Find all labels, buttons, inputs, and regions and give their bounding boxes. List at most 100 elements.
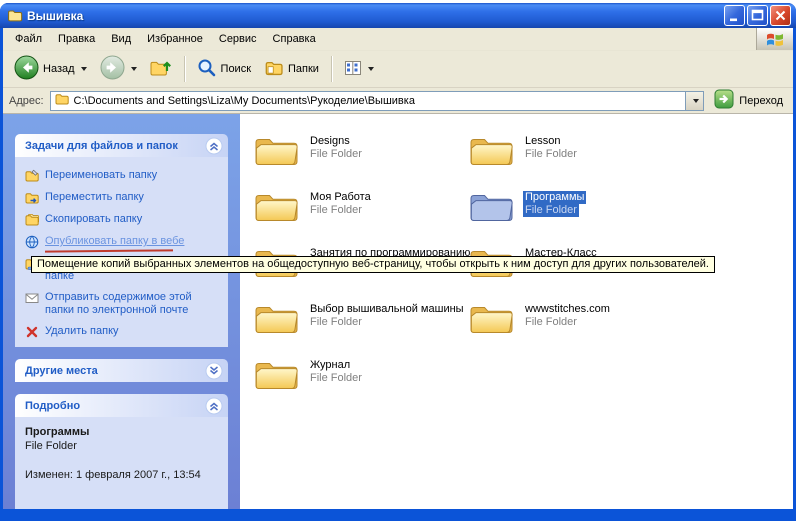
close-button[interactable] <box>770 5 791 26</box>
file-type: File Folder <box>308 372 364 385</box>
file-labels: Моя РаботаFile Folder <box>308 190 373 217</box>
file-labels: Выбор вышивальной машиныFile Folder <box>308 302 466 329</box>
menu-view[interactable]: Вид <box>103 30 139 48</box>
file-tile[interactable]: ПрограммыFile Folder <box>469 190 677 246</box>
address-label: Адрес: <box>9 95 44 107</box>
minimize-button[interactable] <box>724 5 745 26</box>
file-tile[interactable]: ЖурналFile Folder <box>254 358 462 414</box>
file-tile[interactable]: DesignsFile Folder <box>254 134 462 190</box>
folders-icon <box>264 59 284 80</box>
folder-icon <box>254 358 299 393</box>
file-labels: ПрограммыFile Folder <box>523 190 586 217</box>
details-name: Программы <box>25 425 218 439</box>
forward-dropdown-caret[interactable] <box>131 67 137 71</box>
file-tile[interactable]: Выбор вышивальной машиныFile Folder <box>254 302 462 358</box>
window-folder-icon <box>7 8 23 23</box>
task-email-folder-label[interactable]: Отправить содержимое этой папки по элект… <box>45 291 218 317</box>
menu-edit[interactable]: Правка <box>50 30 103 48</box>
folder-icon-selected <box>469 190 514 225</box>
task-copy-folder-label[interactable]: Скопировать папку <box>45 213 142 226</box>
views-icon <box>344 59 362 80</box>
folders-label: Папки <box>288 63 319 75</box>
task-move-folder[interactable]: Переместить папку <box>25 187 218 209</box>
file-type: File Folder <box>308 316 364 329</box>
task-move-folder-label[interactable]: Переместить папку <box>45 191 144 204</box>
file-name: wwwstitches.com <box>523 303 612 316</box>
chevron-up-icon[interactable] <box>205 397 223 415</box>
folder-icon <box>254 134 299 169</box>
menu-file[interactable]: Файл <box>7 30 50 48</box>
forward-button[interactable] <box>95 53 142 85</box>
chevron-down-icon[interactable] <box>205 362 223 380</box>
go-label: Переход <box>739 95 783 107</box>
maximize-button[interactable] <box>747 5 768 26</box>
views-button[interactable] <box>339 57 379 82</box>
folder-icon <box>254 190 299 225</box>
task-delete-folder[interactable]: Удалить папку <box>25 321 218 343</box>
views-dropdown-caret[interactable] <box>368 67 374 71</box>
toolbar-separator <box>331 56 332 82</box>
menu-favorites[interactable]: Избранное <box>139 30 211 48</box>
file-labels: LessonFile Folder <box>523 134 579 161</box>
file-tile[interactable]: Моя РаботаFile Folder <box>254 190 462 246</box>
back-button[interactable]: Назад <box>9 53 92 85</box>
file-tile[interactable]: Занятия по программированиюFile Folder <box>254 246 462 302</box>
toolbar-separator <box>184 56 185 82</box>
file-tasks-header[interactable]: Задачи для файлов и папок <box>15 134 228 157</box>
task-rename-folder[interactable]: Переименовать папку <box>25 165 218 187</box>
other-places-header[interactable]: Другие места <box>15 359 228 382</box>
titlebar: Вышивка <box>0 3 796 28</box>
address-dropdown-button[interactable] <box>685 92 703 110</box>
file-tile[interactable]: wwwstitches.comFile Folder <box>469 302 677 358</box>
folder-icon <box>469 134 514 169</box>
search-icon <box>197 58 217 81</box>
task-rename-folder-label[interactable]: Переименовать папку <box>45 169 157 182</box>
file-name: Выбор вышивальной машины <box>308 303 466 316</box>
menubar: ФайлПравкаВидИзбранноеСервисСправка <box>3 28 793 51</box>
menu-help[interactable]: Справка <box>265 30 324 48</box>
file-type: File Folder <box>308 148 364 161</box>
details-title: Подробно <box>25 400 80 412</box>
task-delete-folder-label[interactable]: Удалить папку <box>45 325 119 338</box>
tooltip: Помещение копий выбранных элементов на о… <box>31 256 715 273</box>
go-arrow-icon <box>714 89 734 112</box>
window-body: Задачи для файлов и папок Переименовать … <box>3 114 793 509</box>
file-labels: ЖурналFile Folder <box>308 358 364 385</box>
window-title: Вышивка <box>27 9 724 23</box>
forward-icon <box>100 55 125 83</box>
file-labels: DesignsFile Folder <box>308 134 364 161</box>
folders-button[interactable]: Папки <box>259 57 324 82</box>
menu-tools[interactable]: Сервис <box>211 30 265 48</box>
task-publish-folder[interactable]: Опубликовать папку в вебе <box>25 231 218 253</box>
rename-folder-icon <box>25 169 39 183</box>
address-path: C:\Documents and Settings\Liza\My Docume… <box>74 95 682 107</box>
file-tasks-title: Задачи для файлов и папок <box>25 140 178 152</box>
details-body: Программы File Folder Изменен: 1 февраля… <box>15 417 228 509</box>
chevron-up-icon[interactable] <box>205 137 223 155</box>
file-tile[interactable]: Мастер-КлассFile Folder <box>469 246 677 302</box>
task-copy-folder[interactable]: Скопировать папку <box>25 209 218 231</box>
section-details: Подробно Программы File Folder Изменен: … <box>15 394 228 509</box>
file-name: Lesson <box>523 135 562 148</box>
file-name: Программы <box>523 191 586 204</box>
file-labels: wwwstitches.comFile Folder <box>523 302 612 329</box>
task-publish-folder-label[interactable]: Опубликовать папку в вебе <box>45 235 184 248</box>
details-modified: Изменен: 1 февраля 2007 г., 13:54 <box>25 468 218 482</box>
file-tile[interactable]: LessonFile Folder <box>469 134 677 190</box>
task-email-folder[interactable]: Отправить содержимое этой папки по элект… <box>25 287 218 321</box>
details-header[interactable]: Подробно <box>15 394 228 417</box>
file-name: Моя Работа <box>308 191 373 204</box>
section-other-places: Другие места <box>15 359 228 382</box>
details-type: File Folder <box>25 439 218 453</box>
folder-up-icon <box>150 58 172 81</box>
toolbar: Назад Поиск Папки <box>3 51 793 88</box>
file-type: File Folder <box>523 148 579 161</box>
section-file-tasks: Задачи для файлов и папок Переименовать … <box>15 134 228 347</box>
file-list: DesignsFile FolderLessonFile FolderМоя Р… <box>240 114 793 509</box>
publish-folder-icon <box>25 235 39 249</box>
search-button[interactable]: Поиск <box>192 56 256 83</box>
up-button[interactable] <box>145 56 177 83</box>
go-button[interactable]: Переход <box>710 89 787 112</box>
address-input[interactable]: C:\Documents and Settings\Liza\My Docume… <box>50 91 705 111</box>
back-dropdown-caret[interactable] <box>81 67 87 71</box>
